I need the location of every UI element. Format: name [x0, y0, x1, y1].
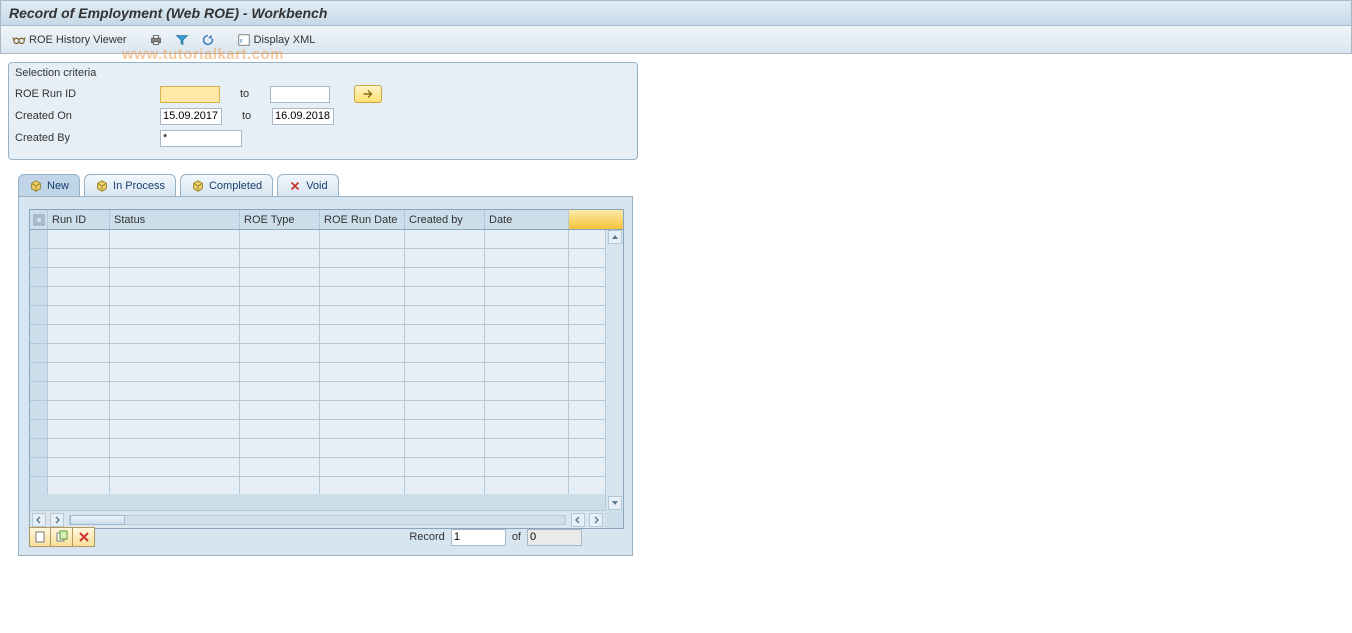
col-roetype[interactable]: ROE Type: [240, 210, 320, 229]
hscroll-track[interactable]: [69, 515, 566, 525]
multiple-selection-button[interactable]: [354, 85, 382, 103]
app-toolbar: ROE History Viewer x Display XML: [0, 26, 1352, 54]
tab-void[interactable]: Void: [277, 174, 338, 196]
printer-icon: [149, 33, 163, 47]
xml-icon: x: [237, 33, 251, 47]
select-all-header[interactable]: [30, 210, 48, 229]
tab-inprocess-label: In Process: [113, 180, 165, 192]
runid-to-input[interactable]: [270, 86, 330, 103]
selection-criteria-title: Selection criteria: [15, 67, 631, 79]
refresh-button[interactable]: [196, 30, 220, 50]
refresh-icon: [201, 33, 215, 47]
data-grid[interactable]: Run ID Status ROE Type ROE Run Date Crea…: [29, 209, 624, 529]
table-row[interactable]: [30, 268, 623, 287]
col-rundate[interactable]: ROE Run Date: [320, 210, 405, 229]
page-icon: [33, 530, 47, 544]
tabstrip: New In Process Completed Void: [18, 174, 1344, 196]
cube-icon: [191, 179, 205, 193]
createdby-input[interactable]: [160, 130, 242, 147]
delete-button[interactable]: [73, 527, 95, 547]
table-row[interactable]: [30, 458, 623, 477]
grid-header: Run ID Status ROE Type ROE Run Date Crea…: [30, 210, 623, 230]
table-row[interactable]: [30, 306, 623, 325]
copy-icon: [55, 530, 69, 544]
tab-void-label: Void: [306, 180, 327, 192]
tab-content: Run ID Status ROE Type ROE Run Date Crea…: [18, 196, 633, 556]
roe-history-viewer-label: ROE History Viewer: [29, 34, 127, 46]
roe-history-viewer-button[interactable]: ROE History Viewer: [7, 30, 132, 50]
hscroll-thumb[interactable]: [70, 515, 125, 525]
table-row[interactable]: [30, 401, 623, 420]
cube-icon: [29, 179, 43, 193]
createdby-label: Created By: [15, 132, 160, 144]
record-label: Record: [409, 531, 444, 543]
copy-button[interactable]: [51, 527, 73, 547]
display-xml-button[interactable]: x Display XML: [232, 30, 321, 50]
col-runid[interactable]: Run ID: [48, 210, 110, 229]
glasses-icon: [12, 33, 26, 47]
tab-new-label: New: [47, 180, 69, 192]
table-row[interactable]: [30, 344, 623, 363]
title-bar: Record of Employment (Web ROE) - Workben…: [0, 0, 1352, 26]
tab-completed[interactable]: Completed: [180, 174, 273, 196]
scroll-right-inner-button[interactable]: [50, 513, 64, 527]
runid-label: ROE Run ID: [15, 88, 160, 100]
table-row[interactable]: [30, 249, 623, 268]
grid-footer: Record of: [29, 527, 622, 547]
action-buttons: [29, 527, 95, 547]
table-row[interactable]: [30, 230, 623, 249]
vertical-scrollbar[interactable]: [605, 230, 623, 510]
tab-completed-label: Completed: [209, 180, 262, 192]
content-area: Selection criteria ROE Run ID to Created…: [0, 54, 1352, 564]
filter-icon: [175, 33, 189, 47]
to-label-2: to: [222, 110, 272, 122]
scroll-up-button[interactable]: [608, 230, 622, 244]
table-row[interactable]: [30, 363, 623, 382]
scroll-left-end-button[interactable]: [571, 513, 585, 527]
scroll-left-button[interactable]: [32, 513, 46, 527]
createdon-label: Created On: [15, 110, 160, 122]
scroll-right-button[interactable]: [589, 513, 603, 527]
table-row[interactable]: [30, 477, 623, 494]
createdon-to-input[interactable]: [272, 108, 334, 125]
col-config[interactable]: [569, 210, 623, 229]
selection-criteria-group: Selection criteria ROE Run ID to Created…: [8, 62, 638, 160]
table-row[interactable]: [30, 382, 623, 401]
cube-icon: [95, 179, 109, 193]
display-xml-label: Display XML: [254, 34, 316, 46]
horizontal-scrollbar[interactable]: [30, 510, 605, 528]
tab-inprocess[interactable]: In Process: [84, 174, 176, 196]
col-status[interactable]: Status: [110, 210, 240, 229]
table-row[interactable]: [30, 420, 623, 439]
x-icon: [77, 530, 91, 544]
col-date[interactable]: Date: [485, 210, 569, 229]
table-row[interactable]: [30, 439, 623, 458]
scroll-down-button[interactable]: [608, 496, 622, 510]
record-total-display: [527, 529, 582, 546]
arrow-right-icon: [361, 87, 375, 101]
create-button[interactable]: [29, 527, 51, 547]
createdon-from-input[interactable]: [160, 108, 222, 125]
runid-from-input[interactable]: [160, 86, 220, 103]
svg-text:x: x: [239, 37, 242, 44]
col-createdby[interactable]: Created by: [405, 210, 485, 229]
filter-button[interactable]: [170, 30, 194, 50]
x-icon: [288, 179, 302, 193]
table-row[interactable]: [30, 287, 623, 306]
record-current-input[interactable]: [451, 529, 506, 546]
of-label: of: [512, 531, 521, 543]
print-button[interactable]: [144, 30, 168, 50]
to-label-1: to: [220, 88, 270, 100]
grid-body: [30, 230, 623, 494]
table-row[interactable]: [30, 325, 623, 344]
record-navigator: Record of: [409, 529, 582, 546]
tab-new[interactable]: New: [18, 174, 80, 196]
page-title: Record of Employment (Web ROE) - Workben…: [9, 5, 327, 21]
